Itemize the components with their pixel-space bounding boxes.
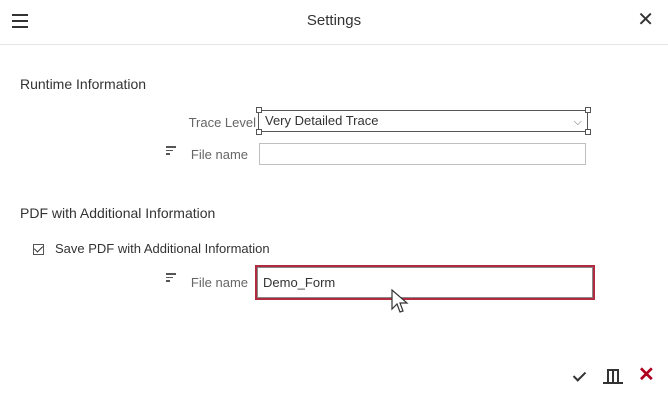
pdf-section-title: PDF with Additional Information <box>20 205 216 221</box>
pdf-file-name-input[interactable]: Demo_Form <box>255 265 595 300</box>
pdf-file-name-value: Demo_Form <box>263 275 336 290</box>
selection-handle-icon <box>585 129 591 135</box>
columns-icon[interactable] <box>603 369 623 384</box>
list-indicator-icon <box>166 273 176 283</box>
pdf-file-name-label: File name <box>190 275 248 290</box>
mouse-cursor-icon <box>391 289 409 313</box>
trace-level-label: Trace Level <box>188 115 256 130</box>
list-indicator-icon <box>166 146 176 156</box>
trace-level-select[interactable]: Very Detailed Trace ⌵ <box>258 110 588 132</box>
dropdown-arrow-icon[interactable]: ⌵ <box>574 112 582 132</box>
runtime-section-title: Runtime Information <box>20 76 147 92</box>
save-pdf-checkbox-label[interactable]: Save PDF with Additional Information <box>55 241 270 256</box>
check-icon[interactable] <box>572 369 586 383</box>
runtime-file-name-label: File name <box>190 147 248 162</box>
close-icon[interactable]: ✕ <box>637 10 654 30</box>
dialog-titlebar: Settings ✕ <box>0 0 668 45</box>
runtime-file-name-input[interactable] <box>259 143 586 165</box>
trace-level-value: Very Detailed Trace <box>265 113 379 128</box>
dialog-title: Settings <box>306 12 362 29</box>
cancel-icon[interactable]: ✕ <box>638 365 655 385</box>
selection-handle-icon <box>256 129 262 135</box>
selection-handle-icon <box>585 107 591 113</box>
selection-handle-icon <box>256 107 262 113</box>
save-pdf-checkbox[interactable] <box>33 244 44 255</box>
